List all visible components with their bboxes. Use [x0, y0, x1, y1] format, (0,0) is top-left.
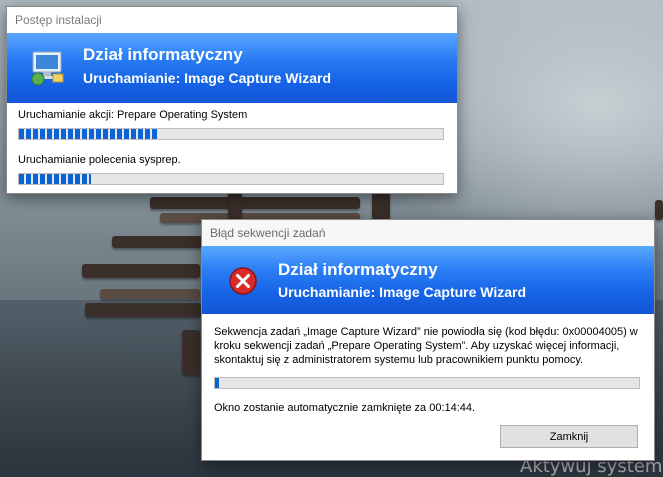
progress-window-titlebar[interactable]: Postęp instalacji: [7, 7, 457, 33]
error-icon: [229, 267, 257, 295]
countdown-progress-fill: [215, 378, 220, 388]
action-progress-bar: [18, 128, 444, 140]
pier-plank: [82, 264, 200, 278]
error-message: Sekwencja zadań „Image Capture Wizard” n…: [214, 326, 638, 366]
error-window-titlebar[interactable]: Błąd sekwencji zadań: [202, 220, 654, 246]
error-banner: Dział informatyczny Uruchamianie: Image …: [202, 246, 654, 314]
error-window-title: Błąd sekwencji zadań: [210, 226, 326, 240]
command-label: Uruchamianie polecenia sysprep.: [18, 154, 181, 166]
action-progress-fill: [19, 129, 159, 139]
action-label: Uruchamianie akcji: Prepare Operating Sy…: [18, 109, 248, 121]
countdown-text: Okno zostanie automatycznie zamknięte za…: [214, 402, 476, 414]
progress-window: Postęp instalacji Dział informatyczny Ur…: [6, 6, 458, 194]
pier-plank: [150, 197, 360, 209]
command-progress-bar: [18, 173, 444, 185]
error-window: Błąd sekwencji zadań Dział informatyczny…: [201, 219, 655, 461]
error-banner-subtitle: Uruchamianie: Image Capture Wizard: [278, 284, 527, 300]
countdown-progress-bar: [214, 377, 640, 389]
pier-post: [655, 200, 663, 220]
progress-banner-title: Dział informatyczny: [83, 45, 243, 64]
pier-plank: [100, 289, 200, 299]
pier-plank: [85, 303, 201, 317]
close-button[interactable]: Zamknij: [500, 425, 638, 448]
progress-window-title: Postęp instalacji: [15, 13, 102, 27]
pier-post: [182, 330, 200, 375]
command-progress-fill: [19, 174, 92, 184]
computer-install-icon: [31, 51, 64, 86]
progress-banner-subtitle: Uruchamianie: Image Capture Wizard: [83, 70, 332, 86]
pier-plank: [112, 236, 202, 248]
pier-post: [228, 190, 242, 222]
pier-post: [372, 192, 390, 220]
error-banner-title: Dział informatyczny: [278, 260, 438, 279]
progress-banner: Dział informatyczny Uruchamianie: Image …: [7, 33, 457, 103]
